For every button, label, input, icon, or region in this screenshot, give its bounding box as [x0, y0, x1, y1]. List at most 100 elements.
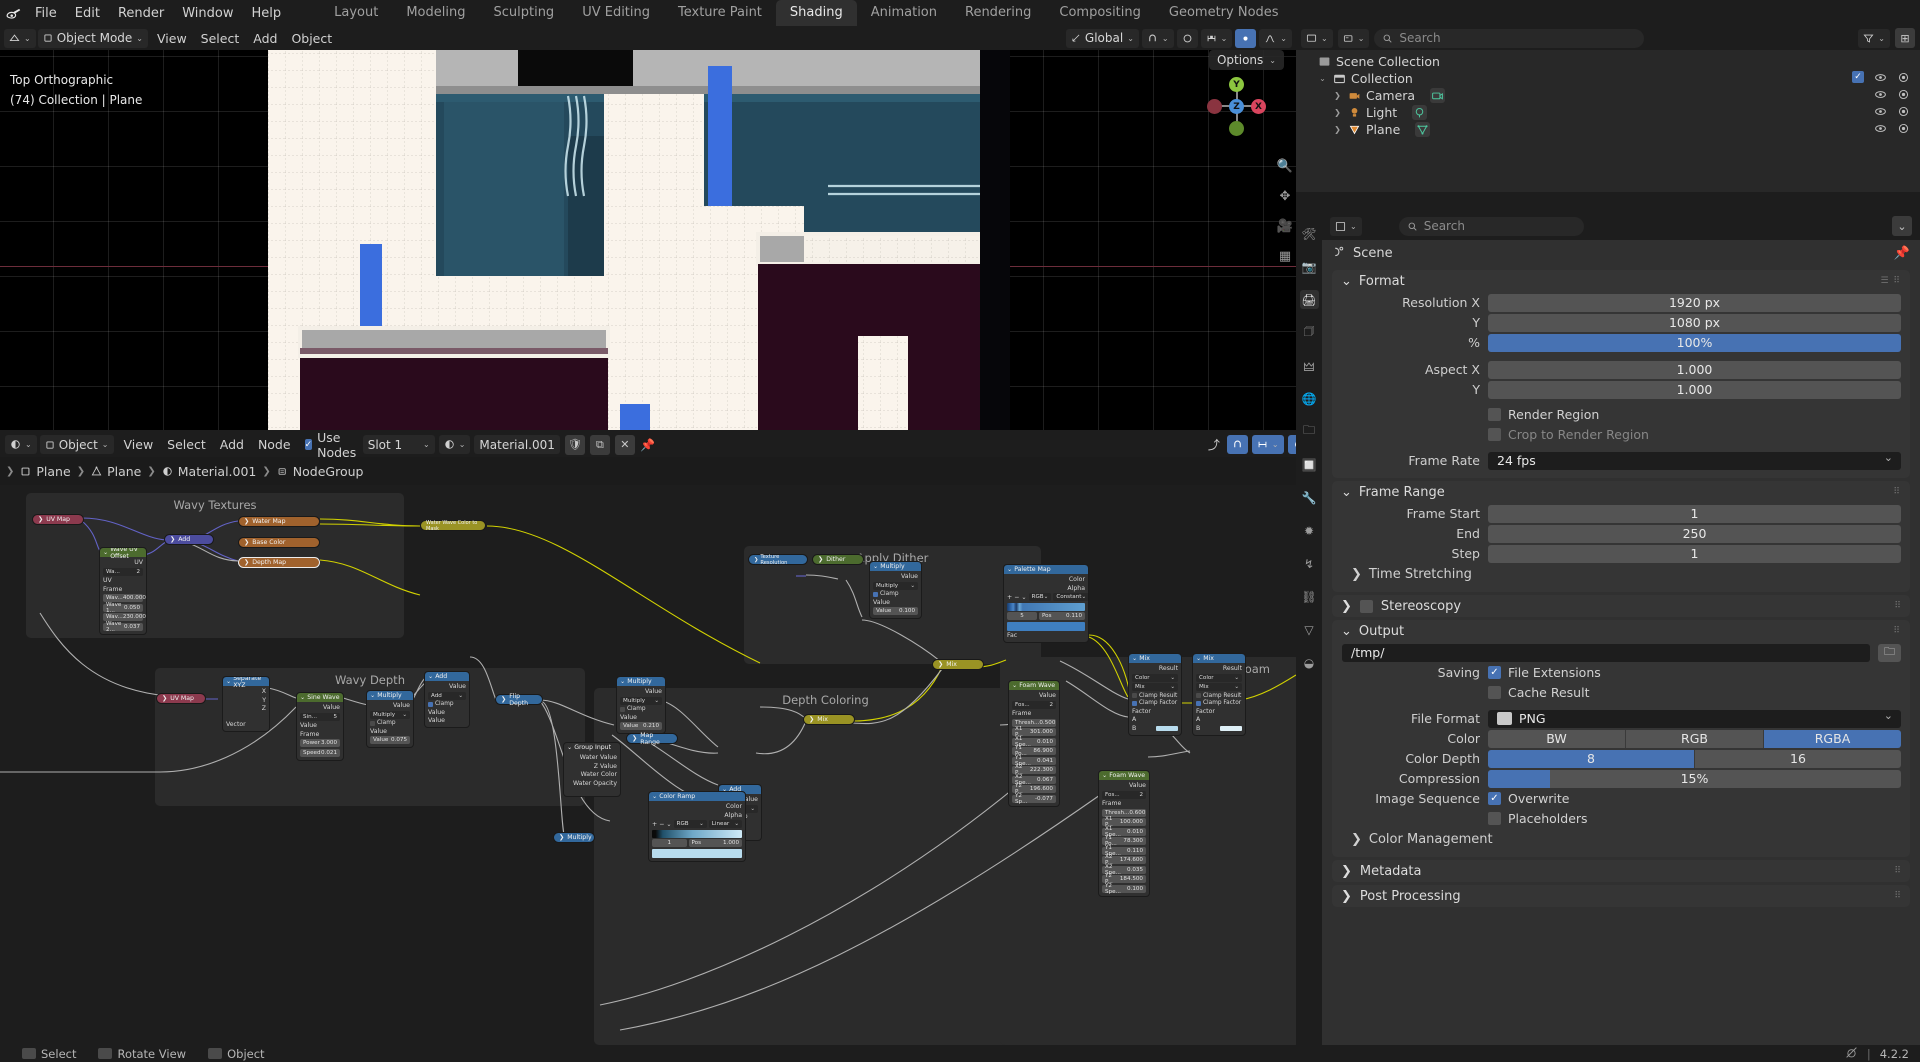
checkbox-render-region[interactable]: ✓ Render Region: [1488, 407, 1599, 422]
material-icon[interactable]: ⌄: [438, 435, 471, 454]
properties-tab-object[interactable]: 🔲: [1300, 455, 1319, 474]
node-field-value[interactable]: 0.067: [1037, 777, 1053, 783]
menu-render[interactable]: Render: [109, 2, 173, 26]
render-visibility-icon[interactable]: [1897, 105, 1910, 121]
data-type[interactable]: Color: [1199, 675, 1214, 681]
field-resolution-x[interactable]: 1920 px: [1488, 293, 1901, 312]
gizmo-axis-z[interactable]: Z: [1229, 99, 1244, 114]
dropdown-frame-rate[interactable]: 24 fps: [1488, 451, 1901, 470]
menu-file[interactable]: File: [26, 2, 66, 26]
light-data-icon[interactable]: [1412, 105, 1428, 120]
add-stop-button[interactable]: +: [652, 821, 657, 828]
ramp-pos-value[interactable]: 0.110: [1066, 613, 1082, 619]
segmented-color-depth[interactable]: 8 16: [1488, 749, 1901, 768]
node-group-field[interactable]: Fos...: [1105, 792, 1120, 798]
clamp-factor-checkbox[interactable]: [1196, 700, 1201, 706]
node-field-value[interactable]: 0.050: [124, 605, 140, 611]
clamp-factor-checkbox[interactable]: [1132, 700, 1137, 706]
shader-menu-node[interactable]: Node: [251, 437, 298, 452]
workspace-tab-animation[interactable]: Animation: [857, 0, 951, 26]
viewport-options-popover[interactable]: Options ⌄: [1208, 50, 1284, 70]
node-mix-foam-2[interactable]: ⌄ Mix Result Color ⌄ Mix ⌄ Clamp Result Cla…: [1192, 653, 1246, 736]
node-color-ramp[interactable]: ⌄ Color Ramp Color Alpha + − ⌄ RGB ⌄ Linea…: [648, 791, 746, 862]
node-mix-middle[interactable]: ❯ Mix: [803, 714, 855, 725]
panel-metadata[interactable]: ❯ Metadata ⠿: [1332, 860, 1910, 882]
node-sine-wave[interactable]: ⌄ Sine Wave Value Sin... 5 Value Frame Pow…: [296, 692, 344, 761]
node-group-field[interactable]: Sin...: [303, 714, 317, 720]
gizmo-axis-x-neg[interactable]: [1207, 99, 1222, 114]
workspace-tab-layout[interactable]: Layout: [320, 0, 392, 26]
viewport-menu-add[interactable]: Add: [246, 31, 284, 46]
menu-window[interactable]: Window: [173, 2, 242, 26]
checkbox-file-extensions[interactable]: ✓ File Extensions: [1488, 665, 1601, 680]
properties-search-input[interactable]: Search: [1398, 216, 1584, 236]
breadcrumb-item-3[interactable]: NodeGroup: [277, 464, 363, 479]
properties-tab-physics[interactable]: ↯: [1300, 554, 1319, 573]
checkbox-stereoscopy[interactable]: ✓: [1359, 599, 1373, 613]
properties-tab-render[interactable]: 📷: [1300, 257, 1319, 276]
node-field-value[interactable]: 0.037: [124, 624, 140, 630]
field-resolution-percent[interactable]: 100%: [1488, 333, 1901, 352]
node-field-value[interactable]: -0.077: [1035, 796, 1053, 802]
node-operation[interactable]: Multiply: [373, 712, 395, 718]
add-stop-button[interactable]: +: [1007, 594, 1012, 601]
outliner-row-plane[interactable]: ❯ Plane: [1296, 121, 1920, 138]
properties-tab-tool[interactable]: 🛠: [1300, 224, 1319, 243]
node-multiply-apply-dither[interactable]: ⌄ Multiply Value Multiply ⌄ Clamp Value Va…: [869, 561, 922, 619]
workspace-tab-compositing[interactable]: Compositing: [1045, 0, 1155, 26]
shader-menu-select[interactable]: Select: [160, 437, 213, 452]
clamp-result-checkbox[interactable]: [1196, 693, 1201, 698]
menu-edit[interactable]: Edit: [66, 2, 109, 26]
panel-frame-range-header[interactable]: ⌄ Frame Range ⠿: [1332, 481, 1910, 503]
upload-icon[interactable]: ⤴: [1205, 436, 1223, 454]
color-ramp-gradient[interactable]: [652, 829, 742, 838]
node-group-input[interactable]: ⌄ Group Input Water Value Z Value Water C…: [563, 742, 621, 797]
node-operation[interactable]: Add: [431, 693, 442, 699]
3d-viewport[interactable]: Top Orthographic (74) Collection | Plane…: [0, 50, 1296, 430]
node-field-value[interactable]: 0.500: [1039, 720, 1055, 726]
node-editor[interactable]: Wavy Textures Wavy Depth Depth Coloring …: [0, 485, 1296, 1045]
eye-icon[interactable]: [1874, 88, 1887, 104]
node-field-value[interactable]: 196.600: [1030, 786, 1053, 792]
node-operation[interactable]: Multiply: [876, 583, 898, 589]
node-field-value[interactable]: 0.210: [643, 723, 659, 729]
zoom-icon[interactable]: 🔍: [1274, 155, 1296, 177]
node-field-value[interactable]: 0.075: [391, 737, 407, 743]
panel-output-header[interactable]: ⌄ Output ⠿: [1332, 620, 1910, 642]
workspace-tab-texture-paint[interactable]: Texture Paint: [664, 0, 776, 26]
node-add-main[interactable]: ❯ Add: [164, 534, 214, 545]
outliner-row-light[interactable]: ❯ Light: [1296, 104, 1920, 121]
disclosure-triangle-icon[interactable]: ❯: [1332, 108, 1343, 117]
node-water-map[interactable]: ❯ Water Map: [238, 516, 320, 527]
clamp-result-checkbox[interactable]: [1132, 693, 1137, 698]
node-field-value[interactable]: 0.100: [899, 608, 915, 614]
clamp-checkbox[interactable]: [428, 701, 433, 707]
workspace-tab-geometry-nodes[interactable]: Geometry Nodes: [1155, 0, 1293, 26]
properties-tab-modifier[interactable]: 🔧: [1300, 488, 1319, 507]
outliner-exclude-checkbox[interactable]: ✓: [1852, 70, 1864, 83]
ramp-index[interactable]: 1: [667, 840, 671, 846]
ramp-color-swatch[interactable]: [652, 848, 742, 858]
node-field-value[interactable]: 0.110: [1127, 848, 1143, 854]
node-multiply-depth-coloring-2[interactable]: ❯ Multiply: [553, 832, 595, 843]
node-field-value[interactable]: 0.010: [1127, 829, 1143, 835]
palette-color-swatch[interactable]: [1007, 621, 1085, 631]
transform-orientation-dropdown[interactable]: Global ⌄: [1065, 28, 1139, 48]
drag-handle-icon[interactable]: ⠿: [1893, 626, 1901, 636]
checkbox-crop-to-render-region[interactable]: ✓ Crop to Render Region: [1488, 427, 1649, 442]
viewport-menu-select[interactable]: Select: [194, 31, 247, 46]
node-flip-depth[interactable]: ❯ Flip Depth: [495, 693, 543, 707]
node-uv-map-1[interactable]: ❯ UV Map: [32, 514, 84, 525]
properties-tab-particles[interactable]: ✹: [1300, 521, 1319, 540]
blender-logo-icon[interactable]: [0, 2, 26, 26]
gizmo-axis-y-neg[interactable]: [1229, 121, 1244, 136]
node-field-value[interactable]: 86.900: [1033, 748, 1053, 754]
clamp-checkbox[interactable]: [620, 706, 625, 712]
drag-handle-icon[interactable]: ⠿: [1893, 487, 1901, 497]
workspace-tab-shading[interactable]: Shading: [775, 0, 857, 26]
node-texture-resolution[interactable]: ❯ Texture Resolution: [748, 554, 808, 566]
node-multiply-depth-coloring[interactable]: ⌄ Multiply Value Multiply ⌄ Clamp Value Va…: [616, 676, 666, 734]
node-mix-apply-dither[interactable]: ❯ Mix: [932, 659, 984, 670]
node-add-wavy-depth[interactable]: ⌄ Add Value Add ⌄ Clamp Value Value: [424, 671, 470, 728]
ramp-menu-button[interactable]: ⌄: [1021, 594, 1026, 601]
